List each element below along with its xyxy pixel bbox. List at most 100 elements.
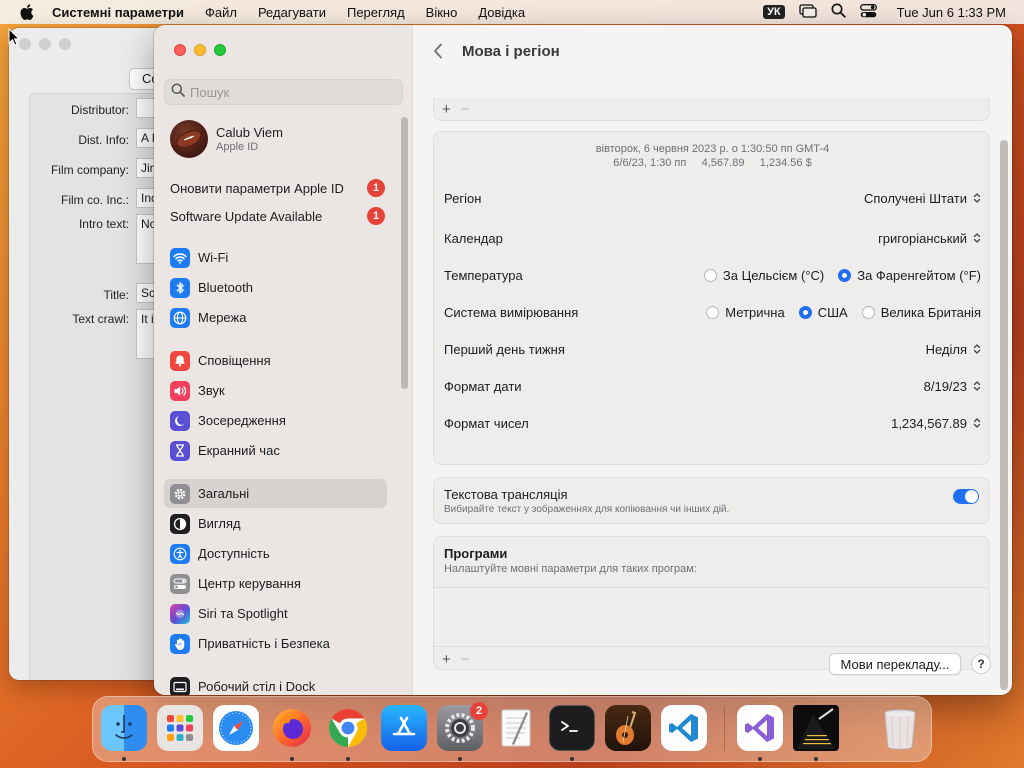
menu-clock[interactable]: Tue Jun 6 1:33 PM [897,5,1006,20]
sidebar-scrollbar[interactable] [401,117,408,389]
firefox-icon[interactable] [269,705,315,751]
radio-button-selected [838,268,852,282]
moon-icon [170,410,190,431]
sidebar: Calub Viem Apple ID Оновити параметри Ap… [154,25,413,695]
minimize-button[interactable] [39,38,51,50]
calendar-popup[interactable]: григоріанський [878,231,981,246]
accessibility-icon [170,543,190,564]
sidebar-item-general[interactable]: Загальні [164,479,387,508]
update-apple-id-item[interactable]: Оновити параметри Apple ID 1 [170,179,385,197]
updown-chevron-icon [973,417,981,429]
help-button[interactable]: ? [971,654,991,674]
applications-list[interactable] [434,587,989,647]
sidebar-item-notifications[interactable]: Сповіщення [164,346,387,375]
textedit-icon[interactable] [493,705,539,751]
sidebar-item-privacy-security[interactable]: Приватність і Безпека [164,629,387,658]
sidebar-item-control-center[interactable]: Центр керування [164,569,387,598]
bell-icon [170,350,190,371]
screen-mirroring-icon[interactable] [798,3,817,21]
menu-edit[interactable]: Редагувати [258,5,326,20]
radio-label: За Цельсієм (°C) [722,267,825,283]
sidebar-item-appearance[interactable]: Вигляд [164,509,387,538]
format-preview-numbers: 6/6/23, 1:30 пп 4,567.89 1,234.56 $ [613,157,812,169]
sidebar-item-label: Мережа [198,310,247,325]
remove-application-button[interactable]: − [461,651,470,668]
live-text-toggle[interactable] [953,489,979,504]
sidebar-item-sound[interactable]: Звук [164,376,387,405]
menu-help[interactable]: Довідка [478,5,525,20]
number-format-popup[interactable]: 1,234,567.89 [891,416,981,431]
close-button[interactable] [174,44,186,56]
metric-radio[interactable]: Метрична [706,305,785,320]
dist-info-label: Dist. Info: [78,133,129,147]
sidebar-item-network[interactable]: Мережа [164,303,387,332]
profile-subtitle: Apple ID [216,141,259,153]
chrome-icon[interactable] [325,705,371,751]
first-day-label: Перший день тижня [444,341,565,357]
zoom-button[interactable] [214,44,226,56]
date-format-popup[interactable]: 8/19/23 [924,379,981,394]
garageband-icon[interactable] [605,705,651,751]
notice-label: Software Update Available [170,208,323,224]
add-language-button[interactable]: + [442,101,451,118]
content-scrollbar[interactable] [1000,140,1008,690]
vscode-icon[interactable] [661,705,707,751]
fahrenheit-radio[interactable]: За Фаренгейтом (°F) [838,268,981,283]
running-indicator [122,757,126,761]
sidebar-item-siri-spotlight[interactable]: Siri та Spotlight [164,599,387,628]
window-controls [174,44,226,56]
control-center-icon[interactable] [859,3,877,21]
first-day-popup[interactable]: Неділя [926,342,981,357]
updown-chevron-icon [973,343,981,355]
finder-icon[interactable] [101,705,147,751]
app-store-icon[interactable] [381,705,427,751]
script-app-icon[interactable] [793,705,839,751]
running-indicator [458,757,462,761]
menu-app-name[interactable]: Системні параметри [52,5,184,20]
visual-studio-icon[interactable] [737,705,783,751]
sidebar-item-screen-time[interactable]: Екранний час [164,436,387,465]
terminal-icon[interactable] [549,705,595,751]
trash-icon[interactable] [877,705,923,751]
updown-chevron-icon [973,232,981,244]
apple-id-profile[interactable]: Calub Viem Apple ID [170,120,283,158]
spotlight-search-icon[interactable] [831,3,846,21]
sidebar-item-accessibility[interactable]: Доступність [164,539,387,568]
notification-badge: 1 [367,179,385,197]
safari-icon[interactable] [213,705,259,751]
back-chevron-icon[interactable] [433,41,449,61]
minimize-button[interactable] [194,44,206,56]
add-application-button[interactable]: + [442,651,451,668]
sidebar-item-wifi[interactable]: Wi-Fi [164,243,387,272]
number-format-row: Формат чисел 1,234,567.89 [444,413,981,433]
uk-radio[interactable]: Велика Британія [861,305,981,320]
celsius-radio[interactable]: За Цельсієм (°C) [703,267,825,283]
software-update-item[interactable]: Software Update Available 1 [170,207,385,225]
us-radio[interactable]: США [798,305,848,320]
translation-languages-button[interactable]: Мови перекладу... [829,653,961,675]
search-icon [171,83,185,102]
sidebar-item-bluetooth[interactable]: Bluetooth [164,273,387,302]
region-popup[interactable]: Сполучені Штати [864,191,981,206]
menu-file[interactable]: Файл [205,5,237,20]
sidebar-item-label: Екранний час [198,443,280,458]
launchpad-icon[interactable] [157,705,203,751]
apple-menu-icon[interactable] [18,3,36,21]
sidebar-item-label: Приватність і Безпека [198,636,330,651]
running-indicator [570,757,574,761]
zoom-button[interactable] [59,38,71,50]
live-text-label: Текстова трансляція [444,487,568,502]
temperature-radio-group: За Цельсієм (°C) За Фаренгейтом (°F) [703,267,981,283]
close-button[interactable] [19,38,31,50]
remove-language-button[interactable]: − [461,101,470,118]
menu-view[interactable]: Перегляд [347,5,405,20]
sidebar-item-focus[interactable]: Зосередження [164,406,387,435]
search-input[interactable] [190,84,390,100]
region-label: Регіон [444,190,482,206]
sidebar-item-desktop-dock[interactable]: Робочий стіл і Dock [164,672,387,695]
temperature-label: Температура [444,267,523,283]
menu-window[interactable]: Вікно [426,5,458,20]
sidebar-item-label: Сповіщення [198,353,271,368]
input-source-indicator[interactable]: УК [763,5,785,19]
sidebar-item-label: Центр керування [198,576,301,591]
